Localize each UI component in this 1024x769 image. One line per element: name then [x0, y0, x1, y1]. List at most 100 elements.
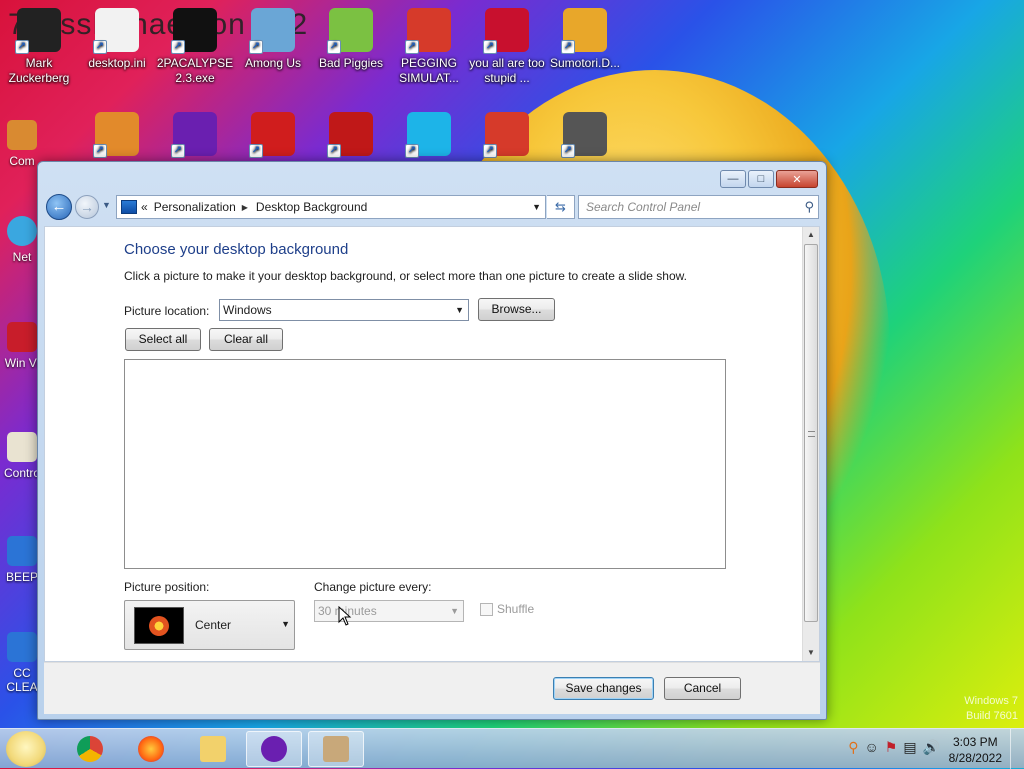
breadcrumb-separator-icon[interactable]: ▶ — [242, 203, 248, 212]
desktop-icon[interactable]: ↗ — [78, 112, 156, 160]
scroll-down-icon[interactable]: ▼ — [803, 645, 819, 661]
browse-button[interactable]: Browse... — [478, 298, 555, 321]
shortcut-arrow-icon: ↗ — [405, 144, 419, 158]
network-icon[interactable]: ▤ — [903, 739, 916, 756]
yahoo-icon — [261, 736, 287, 762]
cancel-button[interactable]: Cancel — [664, 677, 741, 700]
breadcrumb-personalization[interactable]: Personalization — [154, 200, 236, 214]
desktop-icon[interactable]: ↗ Mark Zuckerberg — [0, 8, 78, 86]
shortcut-arrow-icon: ↗ — [171, 144, 185, 158]
folder-icon — [200, 736, 226, 762]
shuffle-label: Shuffle — [497, 602, 535, 616]
desktop-icon[interactable]: ↗ desktop.ini — [78, 8, 156, 71]
dialog-footer: Save changes Cancel — [44, 662, 820, 714]
desktop-icon-beep[interactable]: BEEP — [2, 536, 42, 584]
picture-location-label: Picture location: — [124, 304, 210, 318]
chrome-taskbar-button[interactable] — [62, 731, 118, 767]
pegging-icon: ↗ — [405, 8, 451, 54]
desktop-icon[interactable]: ↗ — [468, 112, 546, 160]
refresh-button[interactable]: ⇆ — [547, 195, 575, 219]
picture-location-select[interactable]: Windows ▼ — [219, 299, 469, 321]
action-center-icon[interactable]: ⚑ — [885, 739, 898, 756]
console-icon: ↗ — [171, 8, 217, 54]
among-us-icon: ↗ — [249, 8, 295, 54]
shortcut-arrow-icon: ↗ — [561, 144, 575, 158]
desktop-icon[interactable]: ↗ Among Us — [234, 8, 312, 71]
yahoo-taskbar-button[interactable] — [246, 731, 302, 767]
desktop-icon[interactable]: ↗ PEGGING SIMULAT... — [390, 8, 468, 86]
firefox-taskbar-button[interactable] — [123, 731, 179, 767]
page-title: Choose your desktop background — [124, 241, 349, 258]
control-panel-icon — [121, 200, 137, 214]
desktop-icon-control[interactable]: Contro — [2, 432, 42, 480]
recent-pages-dropdown-icon[interactable]: ▼ — [102, 200, 111, 210]
desktop-icon-label: 2PACALYPSE 2.3.exe — [156, 56, 234, 85]
clock[interactable]: 3:03 PM 8/28/2022 — [949, 734, 1002, 766]
save-changes-button[interactable]: Save changes — [553, 677, 654, 700]
page-description: Click a picture to make it your desktop … — [124, 269, 687, 283]
desktop-icon[interactable]: ↗ — [156, 112, 234, 160]
address-bar[interactable]: « Personalization ▶ Desktop Background ▼ — [116, 195, 546, 219]
vertical-scrollbar[interactable]: ▲ ▼ — [802, 227, 819, 661]
shortcut-arrow-icon: ↗ — [405, 40, 419, 54]
yahoo-icon: ↗ — [171, 112, 217, 158]
desktop-icon-ccleaner[interactable]: CC CLEA — [2, 632, 42, 694]
scroll-thumb[interactable] — [804, 244, 818, 622]
smiley-tray-icon[interactable]: ☺ — [864, 739, 878, 756]
search-tray-icon[interactable]: ⚲ — [848, 739, 858, 756]
desktop-icon-computer[interactable]: Com — [2, 120, 42, 168]
desktop-icon-network[interactable]: Net — [2, 216, 42, 264]
picture-position-value: Center — [195, 618, 232, 632]
picture-position-select[interactable]: Center ▼ — [124, 600, 295, 650]
watermark-line1: Windows 7 — [964, 695, 1018, 707]
sd-gear-icon: ↗ — [561, 112, 607, 158]
clear-all-button[interactable]: Clear all — [209, 328, 283, 351]
desktop-icon-label: desktop.ini — [88, 56, 146, 70]
change-interval-select[interactable]: 30 minutes ▼ — [314, 600, 464, 622]
search-icon[interactable]: ⚲ — [804, 196, 814, 218]
search-input[interactable]: Search Control Panel ⚲ — [578, 195, 819, 219]
desktop-icon[interactable]: ↗ 2PACALYPSE 2.3.exe — [156, 8, 234, 86]
shortcut-arrow-icon: ↗ — [93, 40, 107, 54]
forward-button[interactable]: → — [75, 195, 99, 219]
explorer-taskbar-button[interactable] — [185, 731, 241, 767]
bad-piggies-icon: ↗ — [327, 8, 373, 54]
desktop-background-window: — □ ✕ ← → ▼ « Personalization ▶ Desktop … — [37, 161, 827, 720]
file-icon: ↗ — [93, 8, 139, 54]
minimize-button[interactable]: — — [720, 170, 746, 188]
desktop-icon[interactable]: ↗ you all are too stupid ... — [468, 8, 546, 86]
control-panel-taskbar-button[interactable] — [308, 731, 364, 767]
desktop-icon[interactable]: ↗ Bad Piggies — [312, 8, 390, 71]
scroll-up-icon[interactable]: ▲ — [803, 227, 819, 243]
desktop-icon[interactable]: ↗ Sumotori.D... — [546, 8, 624, 71]
watermark-line2: Build 7601 — [966, 710, 1018, 722]
close-button[interactable]: ✕ — [776, 170, 818, 188]
desktop-icon-label: CC CLEA — [6, 666, 38, 694]
breadcrumb-desktop-background[interactable]: Desktop Background — [256, 200, 367, 214]
shuffle-checkbox[interactable]: Shuffle — [480, 602, 534, 616]
maximize-button[interactable]: □ — [748, 170, 774, 188]
shortcut-arrow-icon: ↗ — [483, 40, 497, 54]
personalization-icon — [323, 736, 349, 762]
pegging-icon: ↗ — [483, 112, 529, 158]
select-all-button[interactable]: Select all — [125, 328, 201, 351]
address-dropdown-icon[interactable]: ▼ — [532, 202, 541, 212]
desktop-icon[interactable]: ↗ — [546, 112, 624, 160]
start-button[interactable] — [6, 731, 46, 767]
diamond-icon: ↗ — [405, 112, 451, 158]
chevron-down-icon: ▼ — [455, 305, 464, 315]
checkbox-box[interactable] — [480, 602, 493, 616]
search-placeholder: Search Control Panel — [586, 200, 701, 214]
desktop-icon[interactable]: ↗ — [312, 112, 390, 160]
picture-list[interactable] — [124, 359, 726, 569]
breadcrumb-overflow[interactable]: « — [141, 200, 148, 214]
shortcut-arrow-icon: ↗ — [249, 40, 263, 54]
desktop-icon-label: you all are too stupid ... — [469, 56, 545, 85]
show-desktop-button[interactable] — [1010, 729, 1024, 769]
desktop-icon[interactable]: ↗ — [234, 112, 312, 160]
clock-time: 3:03 PM — [952, 735, 998, 749]
volume-icon[interactable]: 🔊 — [923, 739, 940, 756]
desktop-icon-win-vi[interactable]: Win Vi — [2, 322, 42, 370]
desktop-icon[interactable]: ↗ — [390, 112, 468, 160]
back-button[interactable]: ← — [46, 194, 72, 220]
